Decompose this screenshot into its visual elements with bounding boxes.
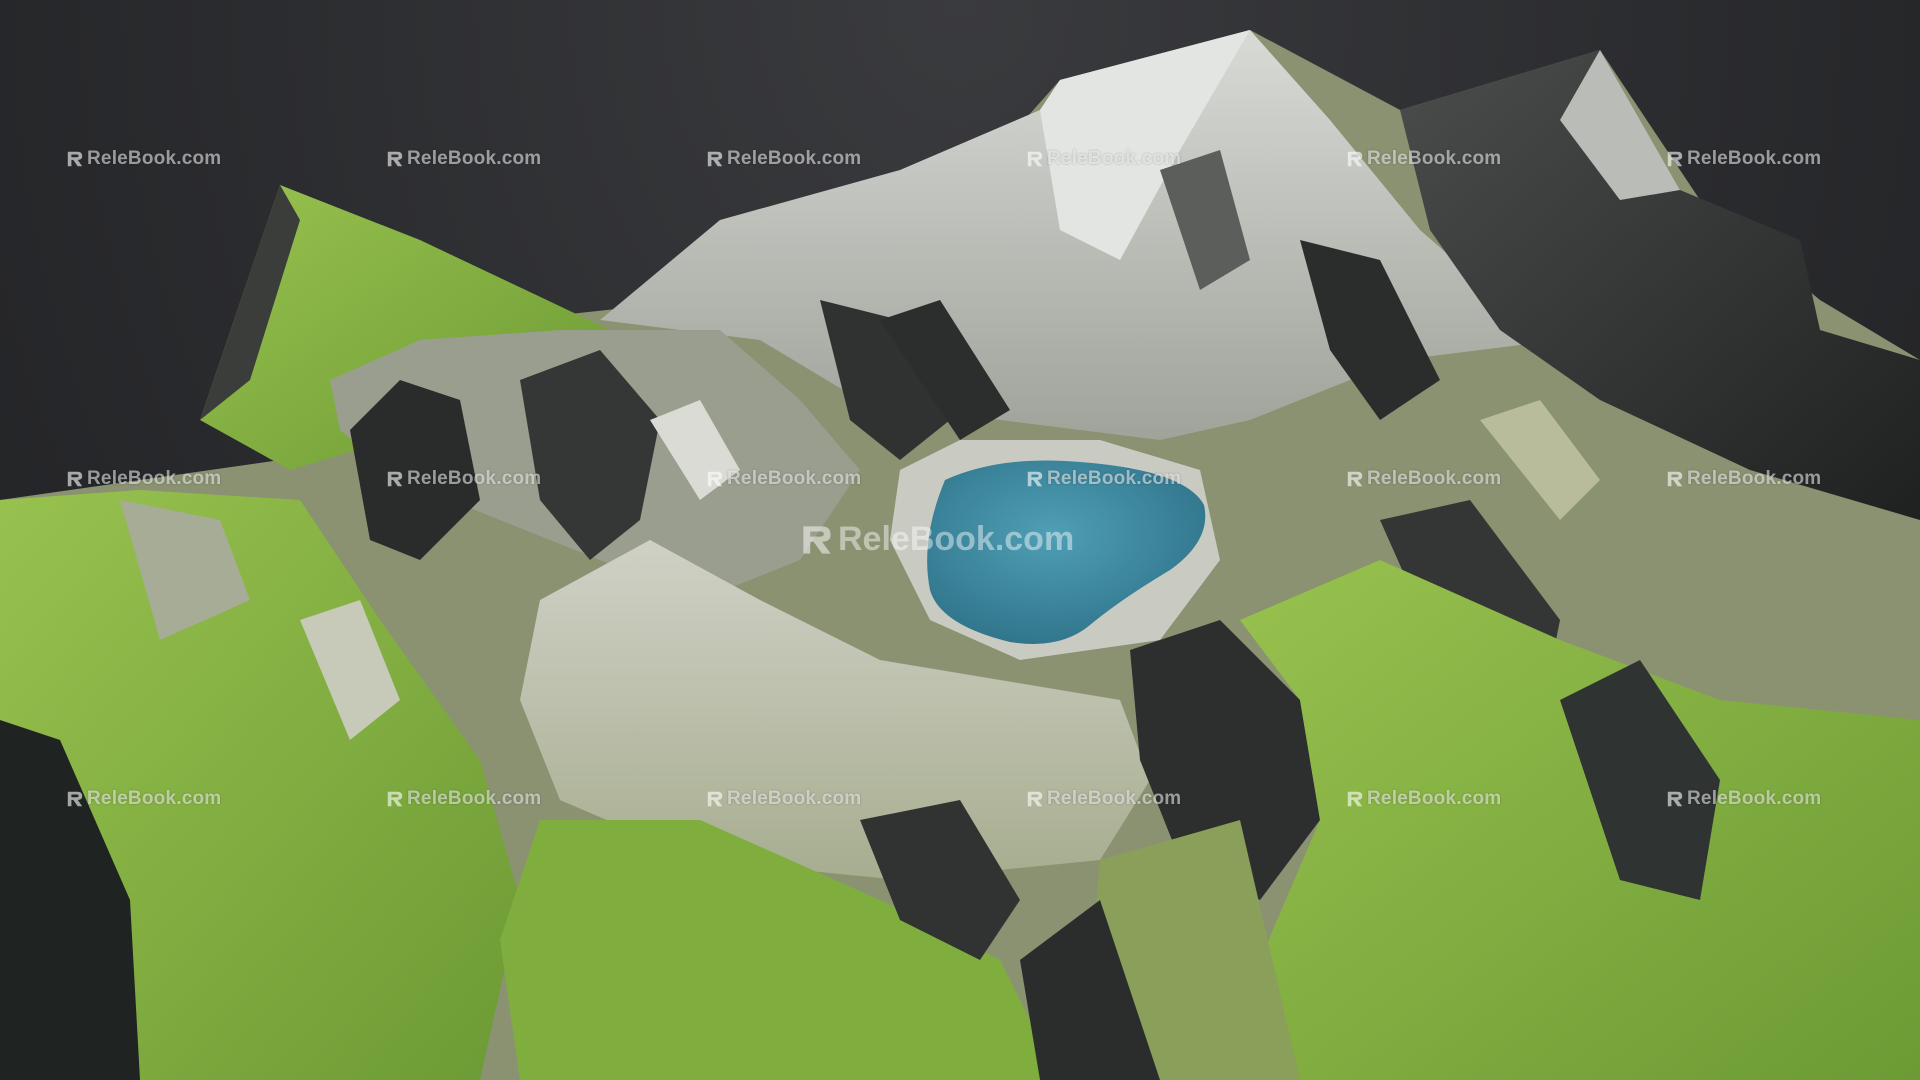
relebook-logo-icon: [1347, 151, 1363, 167]
center-watermark-text: ReleBook.com: [838, 520, 1075, 558]
watermark: ReleBook.com: [1346, 148, 1501, 170]
watermark-text: ReleBook.com: [87, 788, 222, 809]
relebook-logo-icon: [67, 151, 83, 167]
relebook-logo-icon: [1667, 151, 1683, 167]
render-viewport: ReleBook.com ReleBook.com ReleBook.com R…: [0, 0, 1920, 1080]
watermark-text: ReleBook.com: [1047, 788, 1182, 809]
relebook-logo-icon: [707, 791, 723, 807]
relebook-logo-icon: [67, 791, 83, 807]
watermark: ReleBook.com: [1026, 788, 1181, 810]
watermark-text: ReleBook.com: [407, 788, 542, 809]
relebook-logo-icon: [387, 791, 403, 807]
watermark-text: ReleBook.com: [407, 468, 542, 489]
watermark: ReleBook.com: [1026, 148, 1181, 170]
watermark: ReleBook.com: [1666, 788, 1821, 810]
relebook-logo-icon: [1667, 471, 1683, 487]
watermark-text: ReleBook.com: [727, 148, 862, 169]
watermark-text: ReleBook.com: [1687, 148, 1822, 169]
watermark: ReleBook.com: [1346, 788, 1501, 810]
center-watermark: ReleBook.com: [800, 520, 1074, 559]
watermark: ReleBook.com: [706, 468, 861, 490]
watermark: ReleBook.com: [706, 148, 861, 170]
watermark: ReleBook.com: [386, 788, 541, 810]
watermark-text: ReleBook.com: [407, 148, 542, 169]
watermark: ReleBook.com: [1666, 148, 1821, 170]
relebook-logo-icon: [707, 151, 723, 167]
watermark: ReleBook.com: [386, 148, 541, 170]
watermark: ReleBook.com: [66, 468, 221, 490]
watermark: ReleBook.com: [706, 788, 861, 810]
watermark-text: ReleBook.com: [87, 468, 222, 489]
watermark-text: ReleBook.com: [1047, 468, 1182, 489]
watermark-text: ReleBook.com: [727, 788, 862, 809]
watermark: ReleBook.com: [66, 148, 221, 170]
watermark: ReleBook.com: [1666, 468, 1821, 490]
watermark: ReleBook.com: [386, 468, 541, 490]
watermark: ReleBook.com: [66, 788, 221, 810]
watermark-text: ReleBook.com: [1687, 788, 1822, 809]
relebook-logo-icon: [803, 525, 831, 554]
relebook-logo-icon: [1667, 791, 1683, 807]
relebook-logo-icon: [1027, 791, 1043, 807]
watermark-text: ReleBook.com: [1367, 788, 1502, 809]
relebook-logo-icon: [707, 471, 723, 487]
relebook-logo-icon: [387, 151, 403, 167]
watermark: ReleBook.com: [1346, 468, 1501, 490]
relebook-logo-icon: [387, 471, 403, 487]
watermark: ReleBook.com: [1026, 468, 1181, 490]
watermark-text: ReleBook.com: [87, 148, 222, 169]
relebook-logo-icon: [1027, 471, 1043, 487]
relebook-logo-icon: [1027, 151, 1043, 167]
watermark-text: ReleBook.com: [1047, 148, 1182, 169]
watermark-text: ReleBook.com: [727, 468, 862, 489]
watermark-text: ReleBook.com: [1367, 148, 1502, 169]
watermark-text: ReleBook.com: [1367, 468, 1502, 489]
relebook-logo-icon: [67, 471, 83, 487]
relebook-logo-icon: [1347, 471, 1363, 487]
watermark-text: ReleBook.com: [1687, 468, 1822, 489]
relebook-logo-icon: [1347, 791, 1363, 807]
